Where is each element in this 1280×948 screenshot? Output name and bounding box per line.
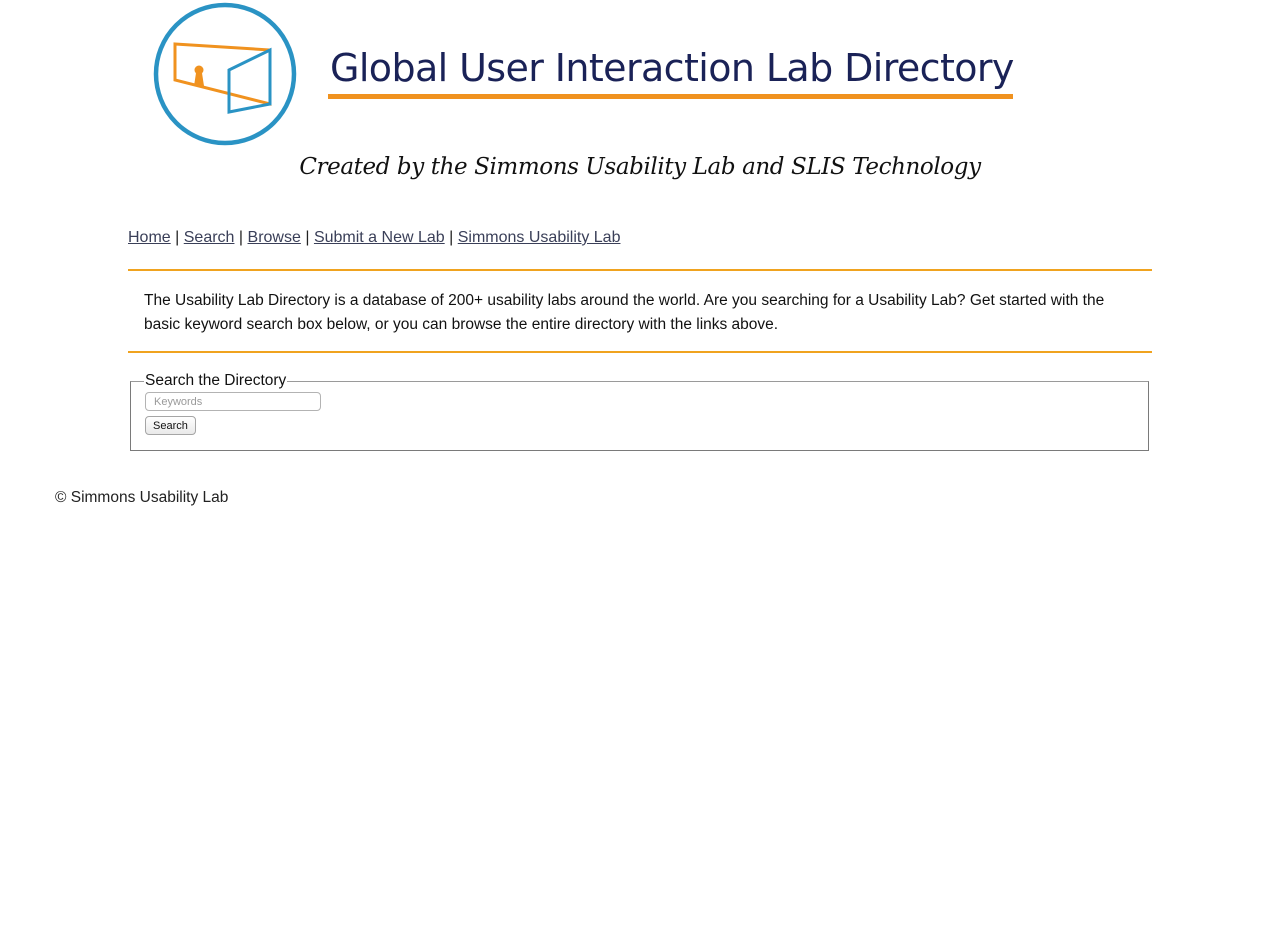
intro-text: The Usability Lab Directory is a databas… — [144, 292, 1105, 333]
title-underline — [328, 94, 1013, 99]
nav-link-home[interactable]: Home — [128, 229, 171, 246]
keywords-input[interactable] — [145, 392, 321, 411]
nav-link-submit-new-lab[interactable]: Submit a New Lab — [314, 229, 445, 246]
tagline: Created by the Simmons Usability Lab and… — [299, 154, 981, 180]
nav-link-search[interactable]: Search — [184, 229, 235, 246]
search-legend: Search the Directory — [145, 372, 287, 389]
nav-separator: | — [175, 229, 180, 246]
nav-separator: | — [449, 229, 454, 246]
divider-bottom — [128, 351, 1152, 353]
nav-link-simmons-usability-lab[interactable]: Simmons Usability Lab — [458, 229, 621, 246]
site-title: Global User Interaction Lab Directory — [330, 46, 1014, 90]
footer-copyright: © Simmons Usability Lab — [55, 489, 229, 506]
lab-logo-icon — [153, 2, 297, 146]
divider-top — [128, 269, 1152, 271]
main-nav: Home | Search | Browse | Submit a New La… — [128, 229, 620, 247]
nav-separator: | — [305, 229, 310, 246]
site-banner: Global User Interaction Lab Directory — [150, 2, 1020, 146]
nav-link-browse[interactable]: Browse — [248, 229, 301, 246]
search-fieldset: Search the Directory Search — [130, 372, 1149, 451]
nav-separator: | — [238, 229, 244, 246]
search-button[interactable]: Search — [145, 416, 196, 435]
